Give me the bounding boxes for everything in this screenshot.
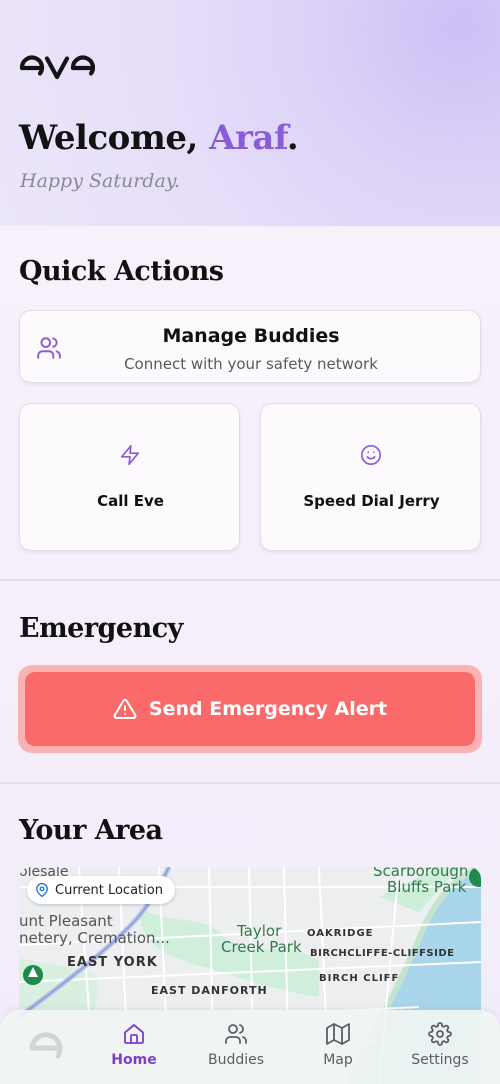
eve-mark-icon [29,1032,63,1059]
section-divider [0,782,500,784]
current-location-label: Current Location [55,882,163,898]
nav-map[interactable]: Map [293,1022,383,1068]
map-label: EAST YORK [67,955,158,970]
speed-dial-card[interactable]: Speed Dial Jerry [260,403,481,551]
nav-map-label: Map [323,1052,353,1068]
your-area-title: Your Area [19,815,163,846]
map-label: unt Pleasant [19,912,113,930]
smile-icon [361,445,381,465]
home-icon [124,1024,144,1044]
call-eve-card[interactable]: Call Eve [19,403,240,551]
current-location-chip[interactable]: Current Location [27,876,175,904]
nav-buddies[interactable]: Buddies [191,1022,281,1068]
nav-buddies-label: Buddies [207,1052,265,1068]
section-divider [0,579,500,581]
emergency-button-glow: Send Emergency Alert [18,665,482,753]
map-label: EAST DANFORTH [151,984,268,997]
welcome-suffix: . [286,118,299,158]
map-label: BIRCH CLIFF [319,973,400,984]
nav-home[interactable]: Home [89,1022,179,1068]
nav-home-label: Home [111,1052,157,1068]
send-emergency-alert-button[interactable]: Send Emergency Alert [25,672,475,746]
welcome-heading: Welcome, Araf. [19,118,299,158]
nav-settings[interactable]: Settings [395,1022,485,1068]
manage-buddies-card[interactable]: Manage Buddies Connect with your safety … [19,310,481,383]
map-label: OAKRIDGE [307,928,374,939]
map-label: BIRCHCLIFFE-CLIFFSIDE [310,948,455,959]
user-name: Araf [209,118,287,158]
settings-icon [428,1022,452,1046]
map-label: netery, Cremation... [19,929,170,947]
emergency-button-label: Send Emergency Alert [148,698,388,720]
nav-settings-label: Settings [411,1052,469,1068]
users-icon [225,1024,247,1044]
eve-logo: eve [19,55,95,80]
alert-triangle-icon [113,698,137,719]
speed-dial-label: Speed Dial Jerry [303,492,440,510]
bottom-navigation: Home Buddies Map Settings [0,1010,500,1084]
map-label: Bluffs Park [387,878,467,896]
map-icon [326,1023,350,1045]
quick-actions-title: Quick Actions [19,256,224,287]
zap-icon [120,445,140,465]
map-label: Creek Park [221,938,302,956]
header: eve Welcome, Araf. Happy Saturday. [0,0,500,226]
manage-buddies-subtitle: Connect with your safety network [124,355,378,373]
manage-buddies-title: Manage Buddies [162,325,340,347]
welcome-prefix: Welcome, [19,118,210,158]
greeting-text: Happy Saturday. [20,170,181,192]
emergency-title: Emergency [19,613,183,644]
call-eve-label: Call Eve [97,492,164,510]
location-pin-icon [36,883,48,897]
